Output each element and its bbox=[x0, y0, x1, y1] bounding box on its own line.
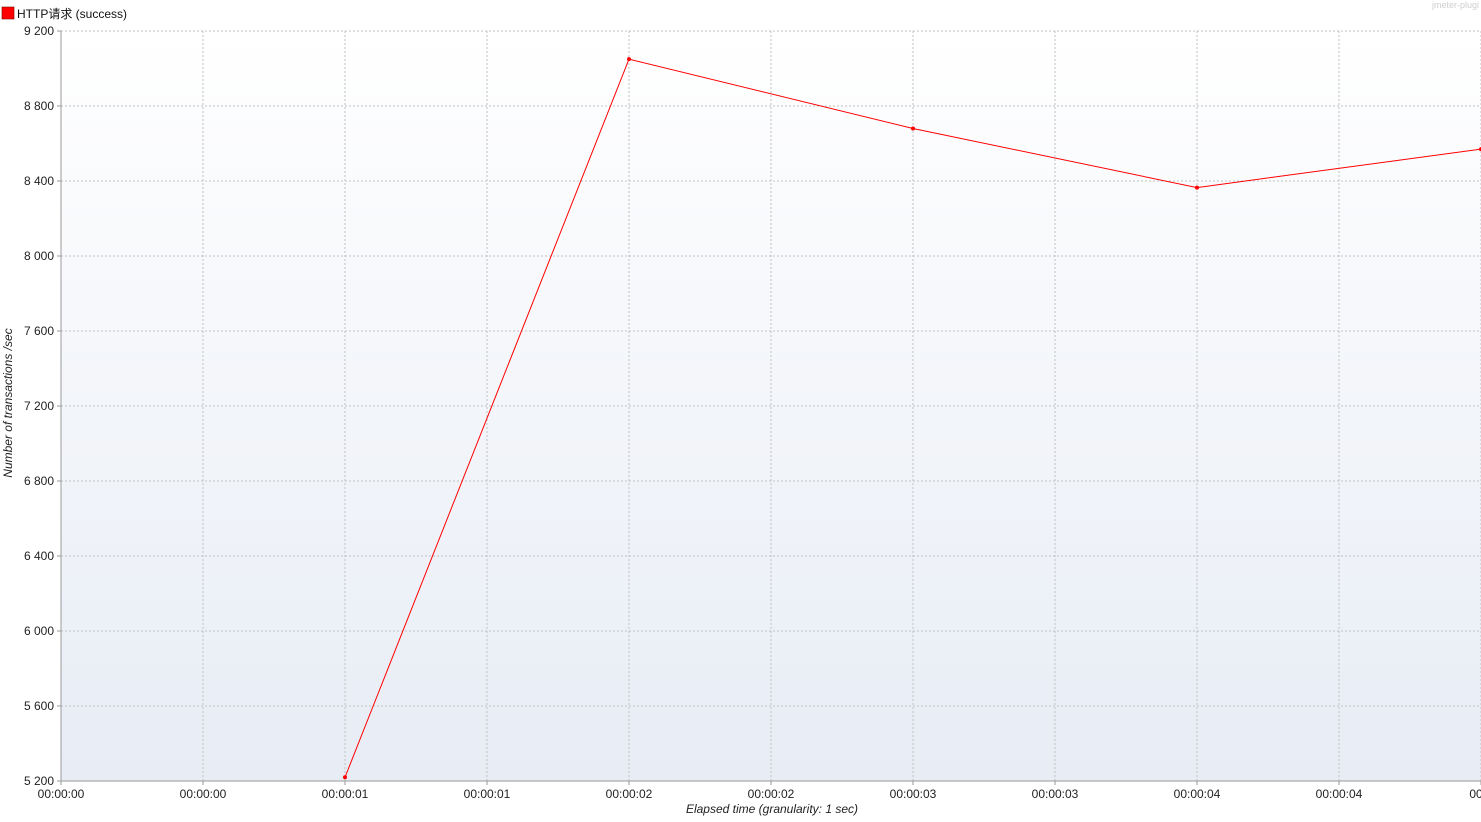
x-tick-label: 00:00:01 bbox=[464, 787, 511, 801]
data-point bbox=[627, 57, 631, 62]
data-point bbox=[343, 775, 347, 780]
x-tick-label: 00:00:00 bbox=[38, 787, 85, 801]
y-axis-title: Number of transactions /sec bbox=[1, 328, 15, 477]
x-axis-title: Elapsed time (granularity: 1 sec) bbox=[686, 802, 858, 816]
y-tick-label: 7 600 bbox=[24, 324, 54, 338]
x-tick-label: 00:00:03 bbox=[1032, 787, 1079, 801]
x-tick-label: 00:00:04 bbox=[1316, 787, 1363, 801]
x-tick-label: 00:00:04 bbox=[1174, 787, 1221, 801]
y-tick-label: 6 400 bbox=[24, 549, 54, 563]
x-tick-label: 00:00:00 bbox=[180, 787, 227, 801]
y-tick-label: 8 800 bbox=[24, 99, 54, 113]
legend-swatch bbox=[1, 6, 15, 20]
y-tick-label: 5 600 bbox=[24, 699, 54, 713]
watermark-text: jmeter-plugi bbox=[1431, 0, 1479, 10]
throughput-chart: 5 200 5 600 6 000 6 400 6 800 7 200 7 600 8 000… bbox=[0, 0, 1481, 817]
y-tick-label: 9 200 bbox=[24, 24, 54, 38]
y-tick-label: 5 200 bbox=[24, 774, 54, 788]
legend-label: HTTP请求 (success) bbox=[17, 7, 127, 21]
y-tick-label: 6 000 bbox=[24, 624, 54, 638]
y-tick-label: 6 800 bbox=[24, 474, 54, 488]
x-tick-label: 00:00:02 bbox=[748, 787, 795, 801]
x-tick-label: 00:00:02 bbox=[606, 787, 653, 801]
y-tick-label: 8 000 bbox=[24, 249, 54, 263]
x-tick-label: 00:00:01 bbox=[322, 787, 369, 801]
legend: HTTP请求 (success) bbox=[1, 6, 127, 21]
data-point bbox=[1195, 185, 1199, 190]
y-tick-label: 8 400 bbox=[24, 174, 54, 188]
y-tick-label: 7 200 bbox=[24, 399, 54, 413]
chart-canvas: 5 200 5 600 6 000 6 400 6 800 7 200 7 600 8 000… bbox=[1, 0, 1481, 816]
x-tick-label: 00:00:03 bbox=[890, 787, 937, 801]
x-tick-label: 00:0 bbox=[1469, 787, 1481, 801]
data-point bbox=[911, 126, 915, 131]
